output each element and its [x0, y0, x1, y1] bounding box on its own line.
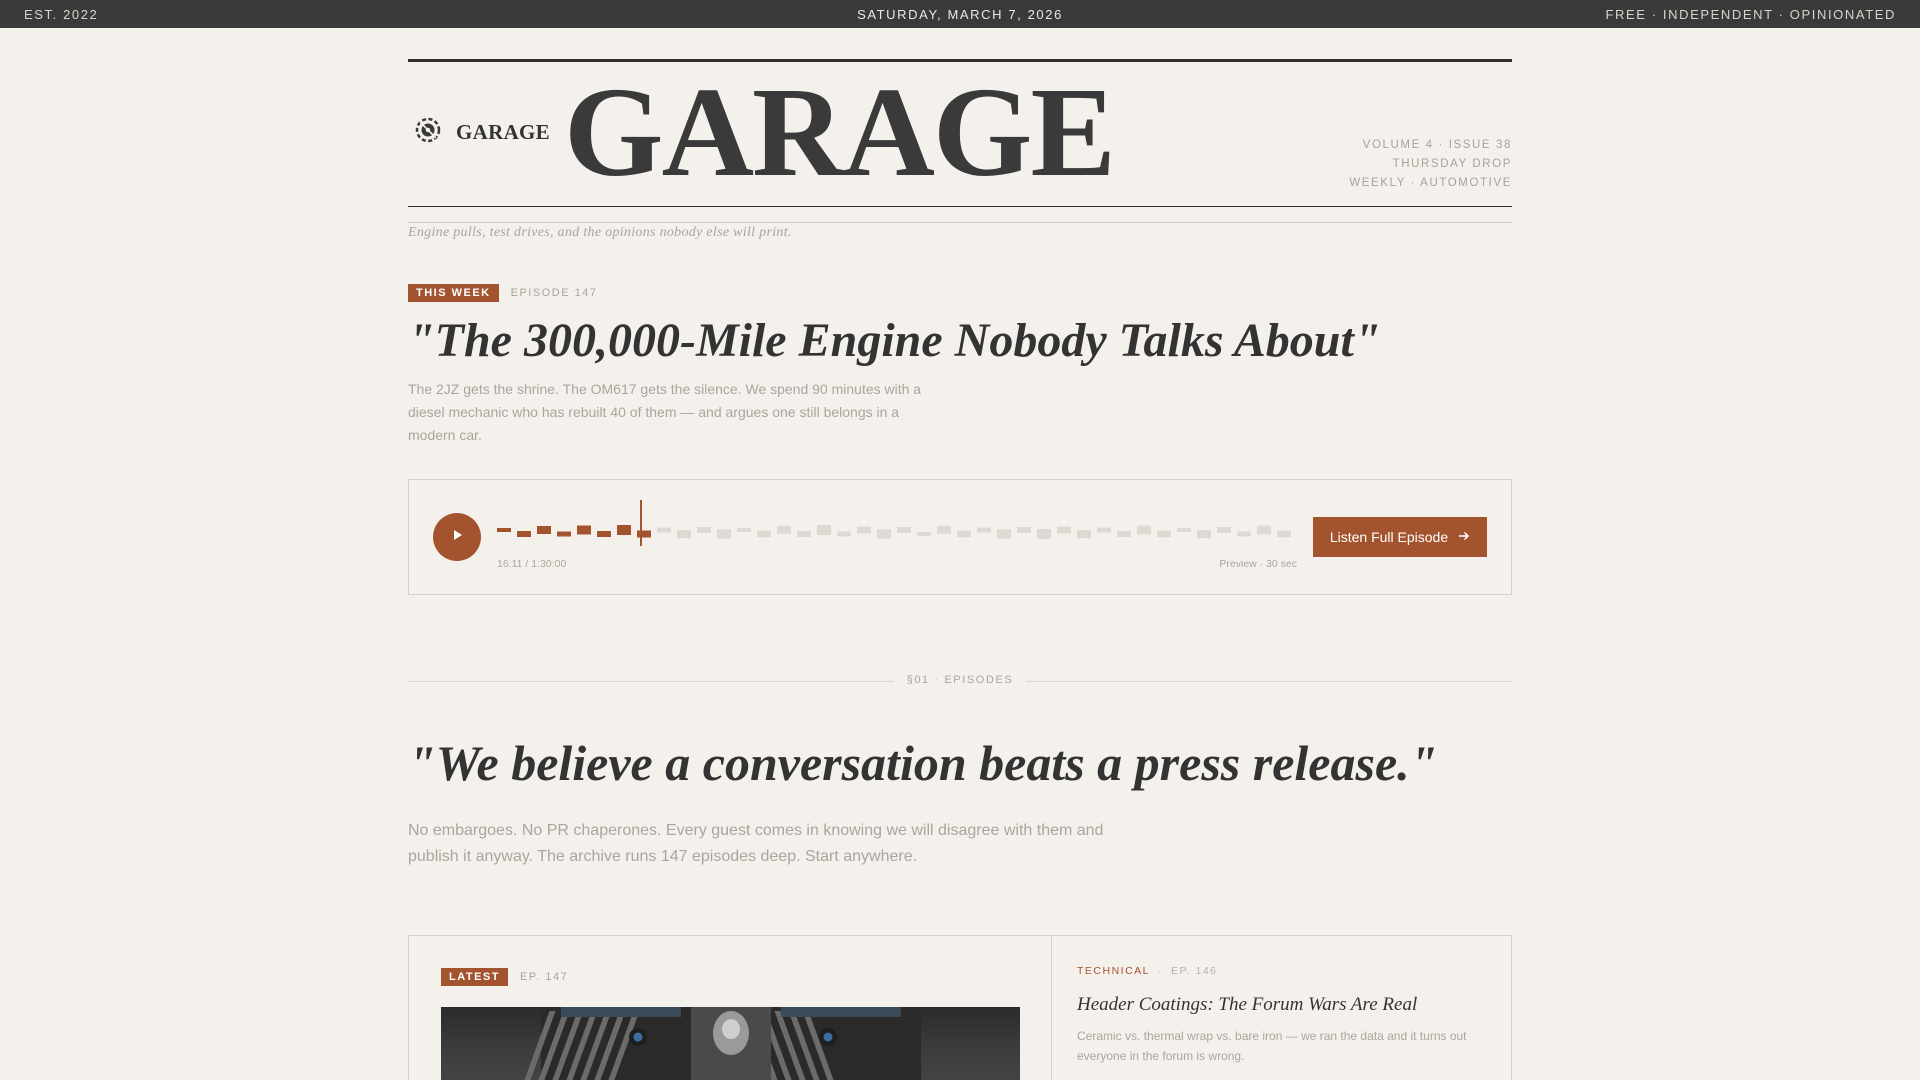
- feature-dek: The 2JZ gets the shrine. The OM617 gets …: [408, 381, 922, 443]
- waveform-bar: [697, 527, 711, 533]
- masthead-title: GARAGE: [564, 61, 1116, 203]
- waveform-bar: [717, 529, 731, 539]
- waveform-bar: [1117, 531, 1131, 537]
- listen-button-label: Listen Full Episode: [1329, 529, 1449, 545]
- playhead[interactable]: [640, 500, 642, 546]
- waveform-bar: [1157, 530, 1171, 538]
- waveform-bar: [1257, 525, 1271, 535]
- latest-episode-card[interactable]: LATEST EP. 147: [409, 936, 1052, 1080]
- episode-cards: LATEST EP. 147 TECHNICAL · EP. 146 Heade…: [408, 935, 1512, 1080]
- playback-time: 16:11 / 1:30:00: [497, 558, 567, 570]
- episode-card-technical[interactable]: TECHNICAL · EP. 146 Header Coatings: The…: [1053, 936, 1511, 1080]
- latest-kicker: LATEST EP. 147: [441, 968, 568, 986]
- waveform-bar: [1277, 530, 1291, 538]
- issue-meta: VOLUME 4 · ISSUE 38 THURSDAY DROP WEEKLY…: [1349, 136, 1512, 193]
- waveform-bar: [737, 528, 751, 532]
- engine-photo: [441, 1007, 1020, 1080]
- section-label: §01 · EPISODES: [894, 674, 1026, 686]
- waveform-bar: [757, 530, 771, 538]
- category-separator: ·: [1158, 965, 1164, 977]
- waveform-bar: [1237, 531, 1251, 537]
- waveform-bar: [637, 530, 651, 538]
- waveform-bar: [897, 527, 911, 533]
- masthead-rule-thin: [408, 222, 1512, 223]
- waveform-bar: [1217, 527, 1231, 533]
- brand-logo-link[interactable]: GARAGE: [412, 114, 550, 151]
- feature-headline[interactable]: "The 300,000-Mile Engine Nobody Talks Ab…: [408, 310, 1512, 372]
- episode-number: EPISODE 147: [510, 287, 598, 299]
- waveform-bar: [1017, 527, 1031, 533]
- waveform-bar: [837, 531, 851, 537]
- waveform-bar: [1197, 530, 1211, 538]
- issue-meta-line: WEEKLY · AUTOMOTIVE: [1349, 177, 1512, 189]
- section-intro: No embargoes. No PR chaperones. Every gu…: [408, 822, 1104, 865]
- waveform-bar: [797, 531, 811, 537]
- this-week-badge: THIS WEEK: [408, 284, 499, 302]
- top-bar: EST. 2022 SATURDAY, MARCH 7, 2026 FREE ·…: [0, 0, 1920, 28]
- card-title[interactable]: Header Coatings: The Forum Wars Are Real: [1077, 994, 1497, 1016]
- preview-label: Preview · 30 sec: [1219, 558, 1297, 570]
- category-tag[interactable]: TECHNICAL: [1077, 965, 1150, 977]
- waveform-bar: [857, 526, 871, 534]
- waveform-bar: [597, 531, 611, 537]
- waveform-bar: [1097, 527, 1111, 533]
- card-episode-number: EP. 146: [1171, 965, 1218, 977]
- waveform-bar: [657, 527, 671, 533]
- waveform-bar: [517, 531, 531, 537]
- established-label: EST. 2022: [24, 6, 99, 22]
- waveform-bar: [977, 527, 991, 533]
- card-description: Ceramic vs. thermal wrap vs. bare iron —…: [1077, 1029, 1467, 1063]
- waveform-bar: [497, 528, 511, 532]
- waveform-bar: [577, 525, 591, 535]
- waveform-bar: [1037, 529, 1051, 539]
- tagline: Engine pulls, test drives, and the opini…: [408, 225, 792, 240]
- waveform-bar: [997, 529, 1011, 539]
- waveform-scrubber[interactable]: [497, 498, 1297, 550]
- waveform-bar: [617, 525, 631, 535]
- waveform-bar: [917, 532, 931, 536]
- issue-meta-line: VOLUME 4 · ISSUE 38: [1362, 139, 1512, 151]
- waveform-bar: [877, 529, 891, 539]
- brand-name: GARAGE: [456, 120, 550, 144]
- waveform-bar: [1057, 526, 1071, 534]
- play-button[interactable]: [433, 513, 481, 561]
- waveform-bar: [777, 526, 791, 534]
- masthead-rule-bottom: [408, 206, 1512, 207]
- play-icon: [450, 528, 464, 547]
- pull-quote: "We believe a conversation beats a press…: [408, 735, 1438, 791]
- waveform-bar: [1137, 525, 1151, 535]
- masthead: GARAGE GARAGE VOLUME 4 · ISSUE 38 THURSD…: [408, 62, 1512, 207]
- issue-meta-line: THURSDAY DROP: [1392, 158, 1512, 170]
- waveform-bar: [1177, 528, 1191, 532]
- waveform-bar: [537, 526, 551, 534]
- audio-player: 16:11 / 1:30:00 Preview · 30 sec Listen …: [408, 479, 1512, 595]
- waveform-bar: [937, 526, 951, 534]
- waveform-bar: [957, 530, 971, 538]
- waveform-bar: [1077, 530, 1091, 538]
- waveform-bar: [817, 525, 831, 535]
- waveform-bar: [677, 530, 691, 538]
- this-week-kicker: THIS WEEK EPISODE 147: [408, 284, 597, 302]
- card-category-row: TECHNICAL · EP. 146: [1077, 965, 1218, 977]
- latest-episode-number: EP. 147: [519, 971, 569, 983]
- latest-badge: LATEST: [441, 968, 508, 986]
- arrow-right-icon: [1458, 529, 1470, 545]
- motto-label: FREE · INDEPENDENT · OPINIONATED: [1605, 6, 1896, 22]
- waveform-bar: [557, 531, 571, 537]
- listen-full-episode-button[interactable]: Listen Full Episode: [1313, 517, 1487, 557]
- piston-badge-icon: [412, 114, 444, 151]
